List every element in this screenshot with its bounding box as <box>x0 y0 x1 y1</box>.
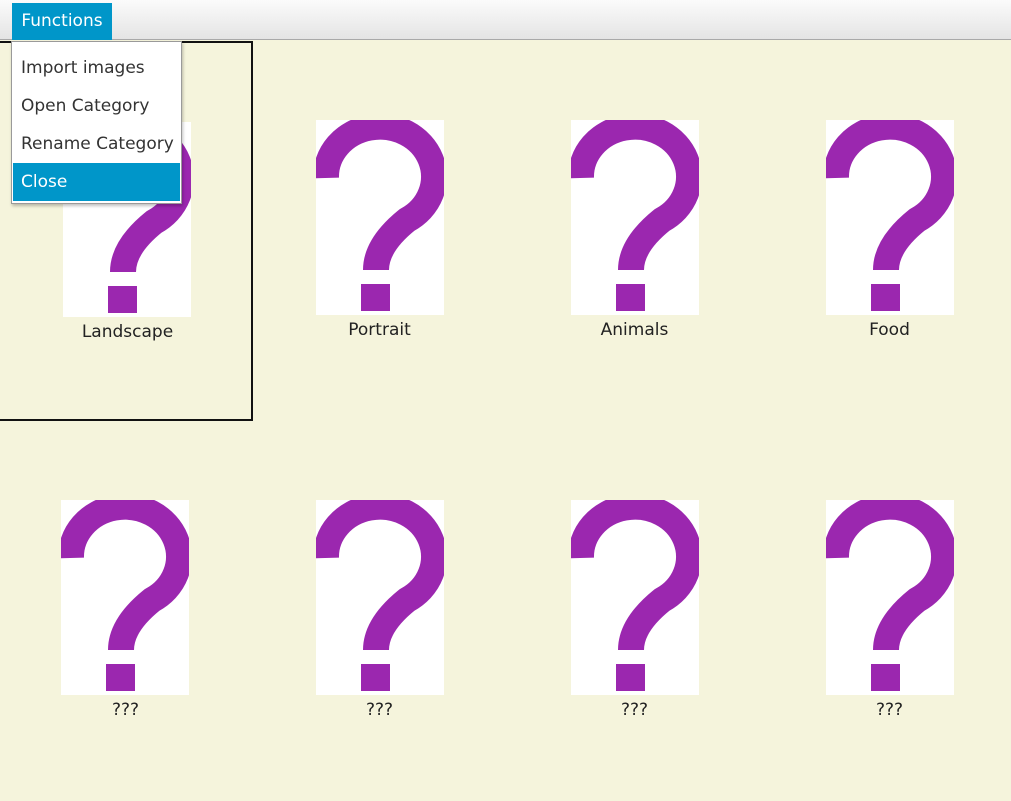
category-label: ??? <box>620 700 649 720</box>
functions-menu-button[interactable]: Functions <box>12 3 112 40</box>
question-mark-icon <box>316 120 444 315</box>
menu-item-close[interactable]: Close <box>13 163 180 201</box>
question-mark-icon <box>571 120 699 315</box>
category-tile-unknown[interactable]: ??? <box>252 421 507 801</box>
category-tile-portrait[interactable]: Portrait <box>252 41 507 421</box>
category-label: Animals <box>600 320 669 340</box>
category-tile-food[interactable]: Food <box>756 41 1011 421</box>
category-label: Landscape <box>81 322 174 342</box>
category-tile-animals[interactable]: Animals <box>507 41 762 421</box>
category-label: ??? <box>875 700 904 720</box>
category-tile-unknown[interactable]: ??? <box>0 421 253 801</box>
category-label: ??? <box>365 700 394 720</box>
question-mark-icon <box>61 500 189 695</box>
category-tile-unknown[interactable]: ??? <box>507 421 762 801</box>
question-mark-icon <box>826 500 954 695</box>
question-mark-icon <box>826 120 954 315</box>
menu-item-import-images[interactable]: Import images <box>12 49 181 87</box>
category-tile-unknown[interactable]: ??? <box>756 421 1011 801</box>
category-label: Food <box>869 320 910 340</box>
question-mark-icon <box>571 500 699 695</box>
menu-item-open-category[interactable]: Open Category <box>12 87 181 125</box>
category-label: ??? <box>111 700 140 720</box>
menu-item-rename-category[interactable]: Rename Category <box>12 125 181 163</box>
functions-dropdown-menu: Import images Open Category Rename Categ… <box>11 41 182 204</box>
category-label: Portrait <box>348 320 411 340</box>
menu-bar: Functions <box>0 0 1011 40</box>
question-mark-icon <box>316 500 444 695</box>
